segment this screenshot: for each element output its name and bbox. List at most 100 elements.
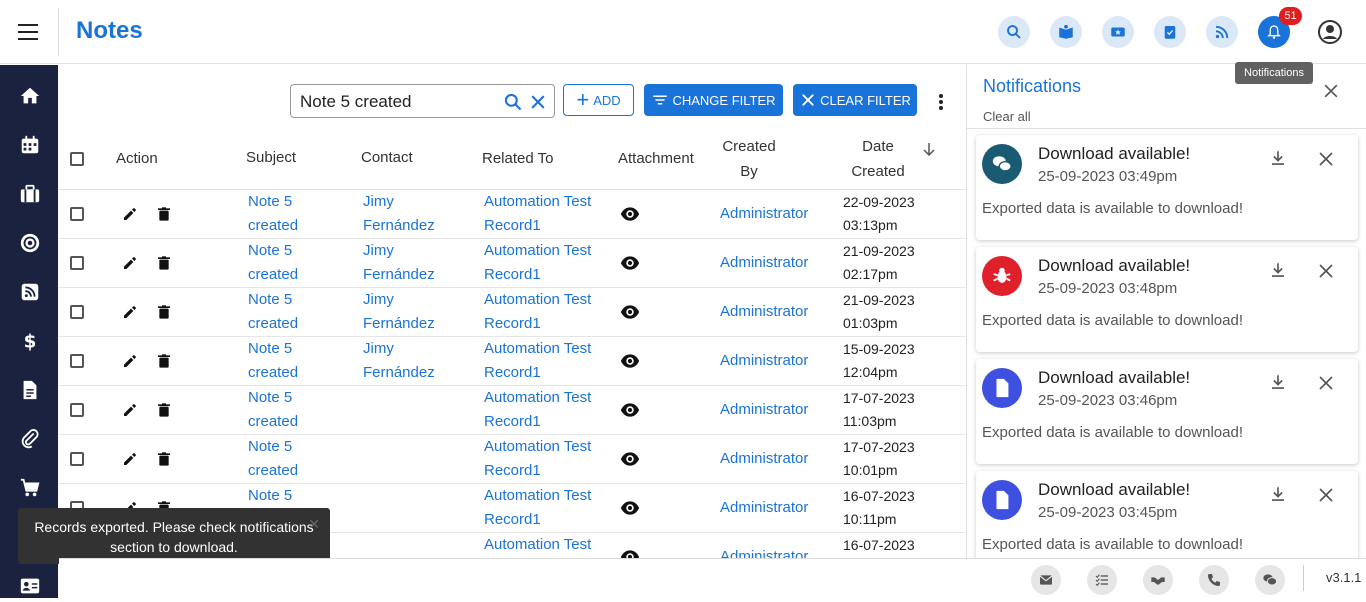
edit-icon[interactable] bbox=[122, 353, 138, 369]
clear-search-icon[interactable] bbox=[528, 92, 548, 112]
edit-icon[interactable] bbox=[122, 451, 138, 467]
edit-icon[interactable] bbox=[122, 255, 138, 271]
download-icon[interactable] bbox=[1269, 485, 1287, 503]
subject-link[interactable]: Note 5 created bbox=[248, 337, 298, 385]
delete-icon[interactable] bbox=[156, 255, 172, 271]
document-icon[interactable] bbox=[19, 379, 41, 401]
dismiss-icon[interactable] bbox=[1317, 262, 1335, 280]
table-row[interactable]: Note 5 created Jimy Fernández Automation Tes… bbox=[59, 288, 965, 337]
table-row[interactable]: Note 5 created Jimy Fernández Automation Tes… bbox=[59, 190, 965, 239]
download-icon[interactable] bbox=[1269, 149, 1287, 167]
row-checkbox[interactable] bbox=[70, 354, 84, 368]
row-checkbox[interactable] bbox=[70, 403, 84, 417]
related-to-link[interactable]: Automation Test Record1 bbox=[484, 484, 591, 532]
email-icon[interactable] bbox=[1031, 565, 1061, 595]
related-to-link[interactable]: Automation Test Record1 bbox=[484, 288, 591, 336]
delete-icon[interactable] bbox=[156, 206, 172, 222]
home-icon[interactable] bbox=[19, 85, 41, 107]
target-icon[interactable] bbox=[19, 232, 41, 254]
more-options-icon[interactable] bbox=[933, 92, 949, 112]
column-contact[interactable]: Contact bbox=[361, 145, 413, 170]
contact-link[interactable]: Jimy Fernández bbox=[363, 239, 435, 287]
contact-link[interactable]: Jimy Fernández bbox=[363, 337, 435, 385]
eye-icon[interactable] bbox=[620, 206, 640, 222]
dollar-icon[interactable]: $ bbox=[19, 330, 41, 352]
created-by-link[interactable]: Administrator bbox=[720, 447, 808, 471]
notification-card[interactable]: Download available! 25-09-2023 03:45pm Exp… bbox=[976, 471, 1358, 558]
subject-link[interactable]: Note 5 created bbox=[248, 435, 298, 483]
subject-link[interactable]: Note 5 created bbox=[248, 190, 298, 238]
search-icon[interactable] bbox=[998, 16, 1030, 48]
dismiss-icon[interactable] bbox=[1317, 486, 1335, 504]
eye-icon[interactable] bbox=[620, 500, 640, 516]
column-created-by[interactable]: Created By bbox=[721, 134, 777, 184]
sort-arrow-icon[interactable] bbox=[922, 141, 936, 157]
related-to-link[interactable]: Automation Test bbox=[484, 533, 591, 557]
edit-icon[interactable] bbox=[122, 402, 138, 418]
rss-icon[interactable] bbox=[19, 281, 41, 303]
eye-icon[interactable] bbox=[620, 304, 640, 320]
close-icon[interactable] bbox=[1321, 81, 1341, 101]
clear-filter-button[interactable]: CLEAR FILTER bbox=[793, 84, 917, 116]
delete-icon[interactable] bbox=[156, 402, 172, 418]
change-filter-button[interactable]: CHANGE FILTER bbox=[644, 84, 783, 116]
contact-link[interactable]: Jimy Fernández bbox=[363, 190, 435, 238]
ticket-icon[interactable] bbox=[1102, 16, 1134, 48]
attachment-icon[interactable] bbox=[19, 428, 41, 450]
row-checkbox[interactable] bbox=[70, 256, 84, 270]
briefcase-icon[interactable] bbox=[19, 183, 41, 205]
add-button[interactable]: + ADD bbox=[563, 84, 634, 116]
handshake-icon[interactable] bbox=[1143, 565, 1173, 595]
table-row[interactable]: Note 5 created Automation Test Record1 Admin… bbox=[59, 386, 965, 435]
phone-icon[interactable] bbox=[1199, 565, 1229, 595]
edit-icon[interactable] bbox=[122, 304, 138, 320]
notification-card[interactable]: Download available! 25-09-2023 03:49pm Exp… bbox=[976, 135, 1358, 240]
eye-icon[interactable] bbox=[620, 451, 640, 467]
related-to-link[interactable]: Automation Test Record1 bbox=[484, 190, 591, 238]
subject-link[interactable]: Note 5 created bbox=[248, 239, 298, 287]
created-by-link[interactable]: Administrator bbox=[720, 251, 808, 275]
eye-icon[interactable] bbox=[620, 353, 640, 369]
table-row[interactable]: Note 5 created Automation Test Record1 Admin… bbox=[59, 435, 965, 484]
eye-icon[interactable] bbox=[620, 402, 640, 418]
row-checkbox[interactable] bbox=[70, 207, 84, 221]
table-row[interactable]: Note 5 created Jimy Fernández Automation Tes… bbox=[59, 239, 965, 288]
related-to-link[interactable]: Automation Test Record1 bbox=[484, 337, 591, 385]
delete-icon[interactable] bbox=[156, 304, 172, 320]
download-icon[interactable] bbox=[1269, 261, 1287, 279]
column-subject[interactable]: Subject bbox=[246, 145, 296, 170]
related-to-link[interactable]: Automation Test Record1 bbox=[484, 239, 591, 287]
contact-link[interactable]: Jimy Fernández bbox=[363, 288, 435, 336]
related-to-link[interactable]: Automation Test Record1 bbox=[484, 435, 591, 483]
eye-icon[interactable] bbox=[620, 255, 640, 271]
table-row[interactable]: Note 5 created Jimy Fernández Automation Tes… bbox=[59, 337, 965, 386]
column-related-to[interactable]: Related To bbox=[482, 146, 553, 171]
clear-all-link[interactable]: Clear all bbox=[983, 109, 1031, 124]
row-checkbox[interactable] bbox=[70, 452, 84, 466]
created-by-link[interactable]: Administrator bbox=[720, 496, 808, 520]
download-icon[interactable] bbox=[1269, 373, 1287, 391]
edit-icon[interactable] bbox=[122, 206, 138, 222]
cart-icon[interactable] bbox=[19, 477, 41, 499]
select-all-checkbox[interactable] bbox=[70, 152, 84, 166]
account-icon[interactable] bbox=[1316, 18, 1344, 46]
created-by-link[interactable]: Administrator bbox=[720, 398, 808, 422]
subject-link[interactable]: Note 5 created bbox=[248, 386, 298, 434]
search-input[interactable] bbox=[300, 91, 490, 113]
row-checkbox[interactable] bbox=[70, 305, 84, 319]
created-by-link[interactable]: Administrator bbox=[720, 300, 808, 324]
delete-icon[interactable] bbox=[156, 353, 172, 369]
created-by-link[interactable]: Administrator bbox=[720, 202, 808, 226]
subject-link[interactable]: Note 5 created bbox=[248, 288, 298, 336]
checklist-icon[interactable] bbox=[1087, 565, 1117, 595]
search-icon[interactable] bbox=[503, 92, 523, 112]
column-date-created[interactable]: Date Created bbox=[849, 134, 907, 184]
related-to-link[interactable]: Automation Test Record1 bbox=[484, 386, 591, 434]
book-icon[interactable] bbox=[1050, 16, 1082, 48]
chat-icon[interactable] bbox=[1255, 565, 1285, 595]
rss-icon[interactable] bbox=[1206, 16, 1238, 48]
dismiss-icon[interactable] bbox=[1317, 150, 1335, 168]
toast-close-icon[interactable]: ✕ bbox=[308, 514, 320, 534]
notification-card[interactable]: Download available! 25-09-2023 03:46pm Exp… bbox=[976, 359, 1358, 464]
contact-card-icon[interactable] bbox=[19, 575, 41, 597]
